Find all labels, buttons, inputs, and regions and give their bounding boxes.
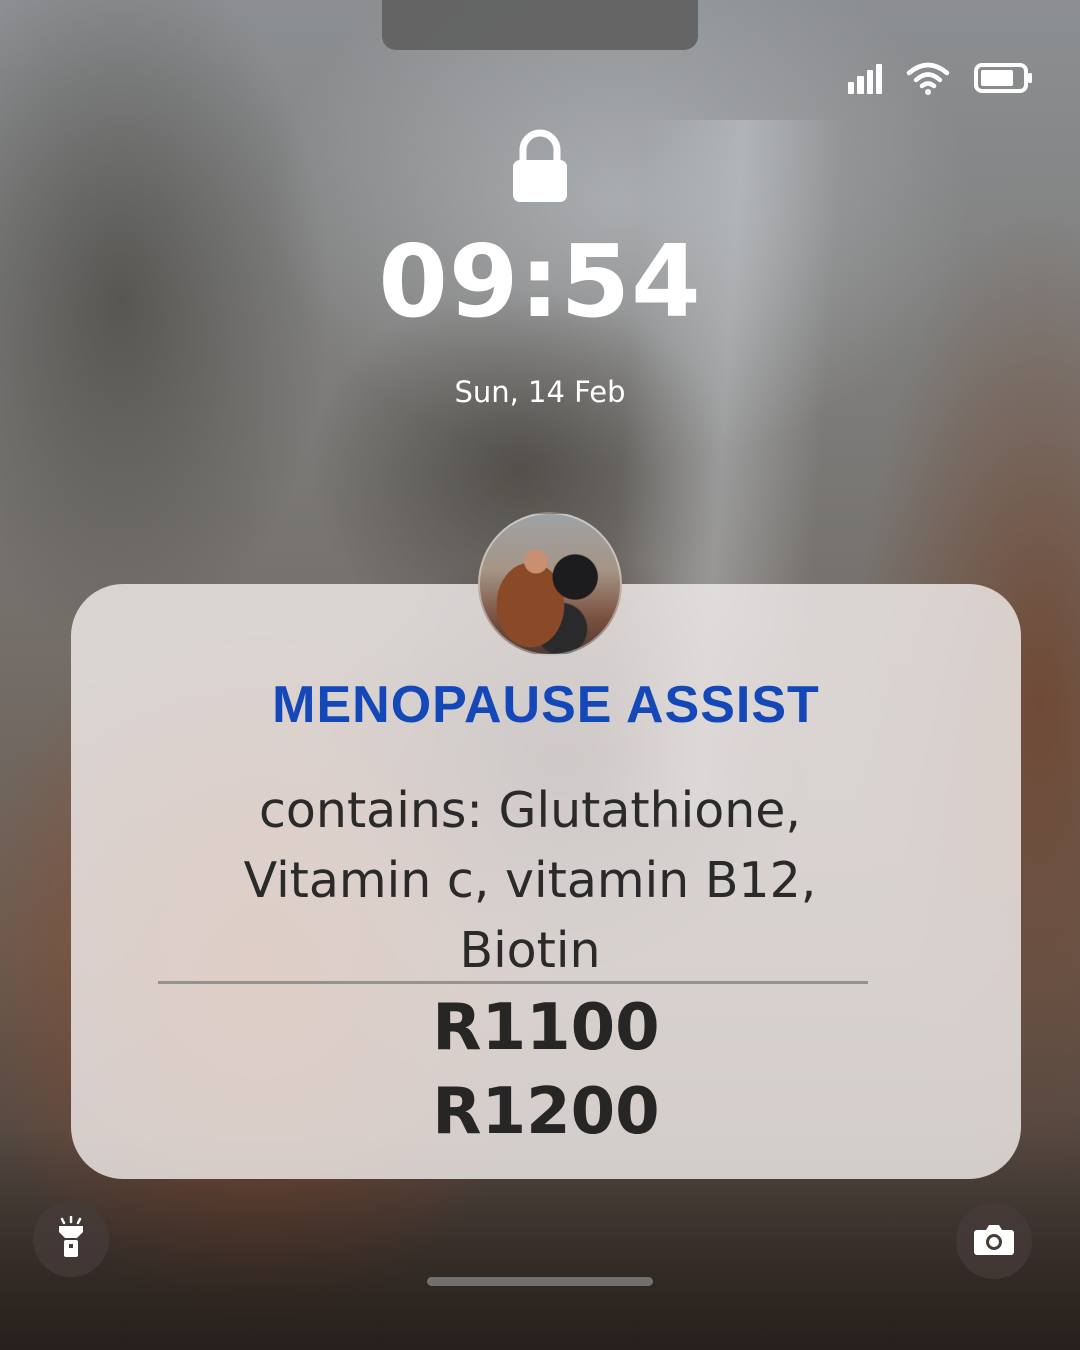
notification-title: MENOPAUSE ASSIST — [272, 676, 820, 734]
notification-divider — [158, 981, 868, 984]
flashlight-icon — [56, 1215, 86, 1262]
notification-body-line: contains: Glutathione, — [258, 782, 801, 839]
camera-button[interactable] — [956, 1203, 1032, 1279]
couple-photo-avatar — [478, 512, 622, 656]
notification-body-line: Vitamin c, vitamin B12, — [243, 852, 817, 909]
lock-screen-clock: 09:54 — [378, 223, 702, 340]
camera-notch — [382, 0, 698, 50]
price-primary: R1100 — [432, 991, 660, 1065]
signal-bars-icon — [848, 62, 882, 94]
flashlight-button[interactable] — [33, 1201, 109, 1277]
lock-screen-date: Sun, 14 Feb — [454, 375, 626, 409]
notification-body: contains: Glutathione, Vitamin c, vitami… — [160, 776, 900, 986]
camera-icon — [973, 1222, 1015, 1260]
wifi-icon — [906, 61, 950, 95]
notification-body-line: Biotin — [459, 922, 601, 979]
lock-icon — [510, 128, 570, 204]
home-indicator[interactable] — [427, 1277, 653, 1286]
battery-icon — [974, 62, 1034, 94]
price-secondary: R1200 — [432, 1075, 660, 1149]
status-bar — [848, 58, 1034, 98]
